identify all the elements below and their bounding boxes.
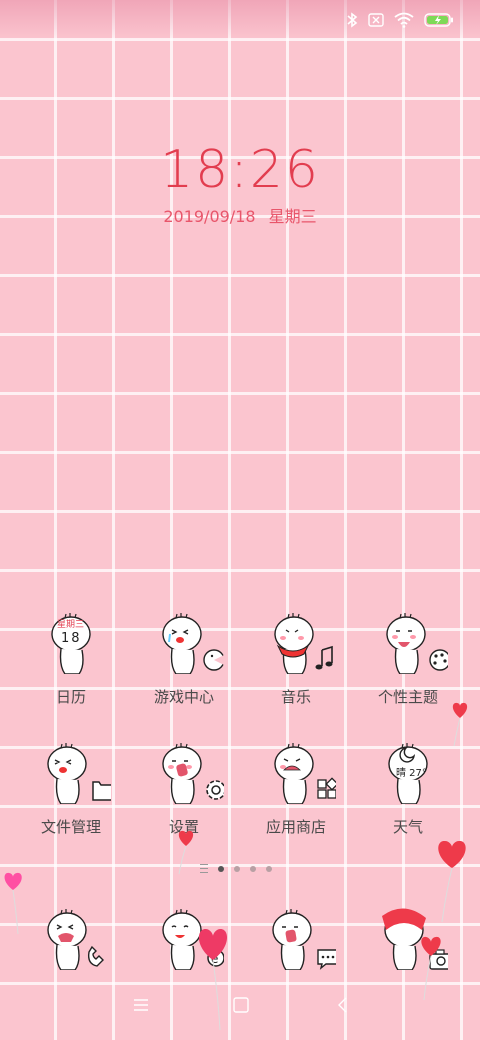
calendar-weekday: 星期三 bbox=[57, 620, 85, 630]
recents-icon[interactable] bbox=[132, 996, 150, 1018]
dock-phone[interactable] bbox=[15, 908, 127, 971]
wifi-icon bbox=[394, 12, 414, 28]
weather-temp: 晴 27° bbox=[396, 768, 427, 779]
bluetooth-icon bbox=[346, 12, 358, 28]
status-icons bbox=[346, 12, 454, 28]
app-label: 文件管理 bbox=[40, 818, 101, 836]
heart-balloon-icon bbox=[438, 840, 466, 923]
home-icon[interactable] bbox=[232, 996, 250, 1018]
battery-charging-icon bbox=[424, 13, 454, 27]
app-store-icon bbox=[256, 742, 339, 805]
file-manager-icon bbox=[31, 742, 114, 805]
app-label: 日历 bbox=[55, 688, 86, 706]
heart-balloon-icon bbox=[452, 702, 468, 747]
lockscreen-date: 2019/09/18 星期三 bbox=[0, 203, 480, 227]
page-dot-3[interactable] bbox=[250, 865, 256, 872]
app-label: 游戏中心 bbox=[153, 688, 214, 706]
settings-icon bbox=[144, 742, 226, 805]
app-calendar[interactable]: 星期三 18 日历 bbox=[15, 612, 127, 707]
app-themes[interactable]: 个性主题 bbox=[352, 612, 464, 707]
themes-icon bbox=[368, 612, 451, 675]
music-icon bbox=[256, 612, 336, 675]
app-game-center[interactable]: 游戏中心 bbox=[128, 612, 240, 707]
app-label: 应用商店 bbox=[265, 818, 326, 836]
app-file-manager[interactable]: 文件管理 bbox=[15, 742, 127, 837]
date-text: 2019/09/18 bbox=[163, 207, 256, 226]
weather-icon: 晴 27° bbox=[368, 742, 448, 805]
page-dot-1[interactable] bbox=[218, 865, 224, 872]
app-weather[interactable]: 晴 27° 天气 bbox=[352, 742, 464, 837]
heart-balloon-icon bbox=[4, 872, 22, 935]
dock-messages[interactable] bbox=[240, 908, 352, 971]
app-app-store[interactable]: 应用商店 bbox=[240, 742, 352, 837]
page-menu-icon[interactable] bbox=[200, 864, 208, 873]
navigation-bar bbox=[0, 996, 480, 1020]
app-label: 音乐 bbox=[280, 688, 311, 706]
lockscreen-clock[interactable]: 18:26 bbox=[0, 140, 480, 200]
page-indicator[interactable] bbox=[200, 864, 272, 873]
status-bar bbox=[0, 0, 480, 42]
weekday-text: 星期三 bbox=[268, 207, 317, 226]
game-center-icon bbox=[144, 612, 225, 675]
app-settings[interactable]: 设置 bbox=[128, 742, 240, 837]
phone-icon bbox=[31, 908, 111, 971]
page-dot-4[interactable] bbox=[266, 865, 272, 872]
heart-balloon-icon bbox=[178, 830, 194, 875]
no-sim-icon bbox=[368, 13, 384, 27]
calendar-day: 18 bbox=[61, 631, 82, 646]
calendar-icon: 星期三 18 bbox=[31, 612, 111, 675]
back-icon[interactable] bbox=[334, 996, 352, 1018]
app-music[interactable]: 音乐 bbox=[240, 612, 352, 707]
page-dot-2[interactable] bbox=[234, 865, 240, 872]
app-label: 天气 bbox=[392, 818, 423, 836]
messages-icon bbox=[256, 908, 339, 971]
heart-balloon-icon bbox=[421, 936, 441, 1001]
